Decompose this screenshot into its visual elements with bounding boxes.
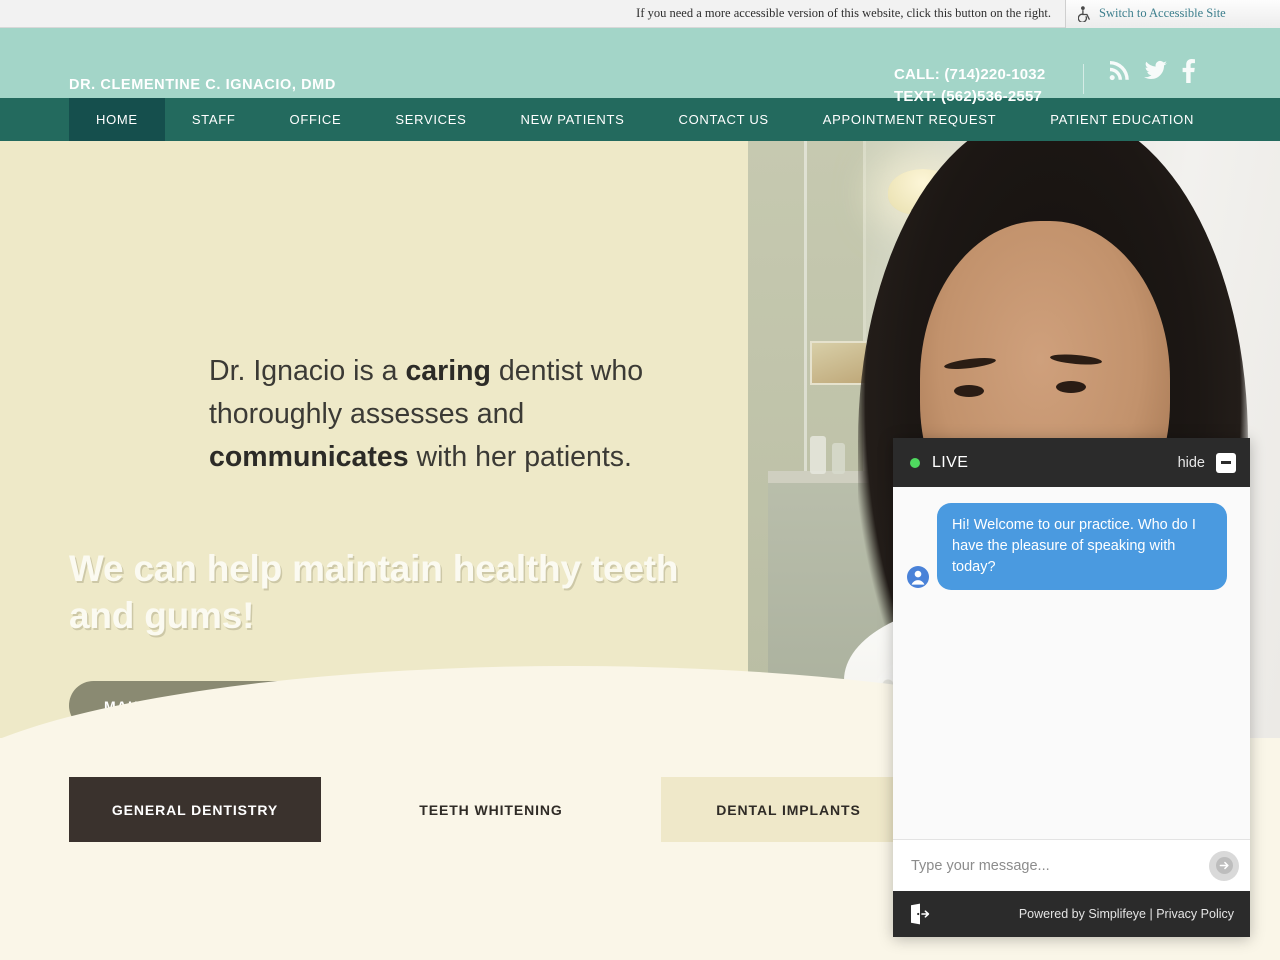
service-tab-teeth-whitening[interactable]: TEETH WHITENING (321, 777, 661, 842)
chat-message-input[interactable] (911, 857, 1209, 874)
text-phone[interactable]: TEXT: (562)536-2557 (894, 86, 1045, 108)
facebook-icon[interactable] (1182, 59, 1195, 83)
chat-message-row: Hi! Welcome to our practice. Who do I ha… (907, 503, 1236, 590)
hero-quote-part4: with her patients. (408, 441, 632, 473)
twitter-icon[interactable] (1144, 60, 1168, 82)
exit-door-icon[interactable] (907, 902, 931, 926)
minimize-icon[interactable] (1216, 452, 1236, 473)
hero-quote-bold-caring: caring (405, 355, 491, 387)
practice-name: DR. CLEMENTINE C. IGNACIO, DMD (69, 77, 336, 93)
chat-footer-text: Powered by Simplifeye | Privacy Policy (931, 907, 1234, 921)
contact-block: CALL: (714)220-1032 TEXT: (562)536-2557 (894, 64, 1045, 108)
hero-quote-bold-communicates: communicates (209, 441, 409, 473)
person-avatar-icon (907, 566, 929, 588)
nav-item-office[interactable]: OFFICE (263, 98, 369, 141)
arrow-right-icon (1215, 857, 1233, 874)
chat-hide-button[interactable]: hide (1178, 455, 1205, 471)
main-navigation: HOME STAFF OFFICE SERVICES NEW PATIENTS … (0, 98, 1280, 141)
nav-item-contact-us[interactable]: CONTACT US (651, 98, 795, 141)
accessibility-bar: If you need a more accessible version of… (0, 0, 1280, 28)
social-links (1108, 59, 1195, 83)
chat-footer: Powered by Simplifeye | Privacy Policy (893, 891, 1250, 937)
nav-item-staff[interactable]: STAFF (165, 98, 263, 141)
nav-item-services[interactable]: SERVICES (368, 98, 493, 141)
online-status-dot (910, 457, 920, 468)
chat-header: LIVE hide (893, 438, 1250, 487)
wheelchair-icon (1078, 5, 1092, 22)
service-tab-dental-implants[interactable]: DENTAL IMPLANTS (661, 777, 916, 842)
live-chat-widget: LIVE hide Hi! Welcome to our practice. W… (893, 438, 1250, 937)
nav-item-new-patients[interactable]: NEW PATIENTS (494, 98, 652, 141)
nav-item-home[interactable]: HOME (69, 98, 165, 141)
rss-icon[interactable] (1108, 60, 1130, 82)
hero-quote-part2: dentist (490, 355, 583, 387)
chat-input-row (893, 839, 1250, 891)
site-header: DR. CLEMENTINE C. IGNACIO, DMD CALL: (71… (0, 28, 1280, 105)
powered-by-simplifeye-link[interactable]: Powered by Simplifeye (1019, 907, 1146, 921)
call-phone[interactable]: CALL: (714)220-1032 (894, 64, 1045, 86)
switch-to-accessible-site-label: Switch to Accessible Site (1099, 6, 1226, 20)
service-tab-general-dentistry[interactable]: GENERAL DENTISTRY (69, 777, 321, 842)
hero-headline: We can help maintain healthy teeth and g… (69, 548, 679, 636)
chat-message-list: Hi! Welcome to our practice. Who do I ha… (893, 487, 1250, 839)
accessibility-message: If you need a more accessible version of… (636, 6, 1051, 20)
switch-to-accessible-site-button[interactable]: Switch to Accessible Site (1065, 0, 1280, 28)
footer-separator: | (1146, 907, 1157, 921)
hero-quote: Dr. Ignacio is a caring dentist who thor… (209, 350, 709, 479)
chat-agent-message: Hi! Welcome to our practice. Who do I ha… (937, 503, 1227, 590)
header-divider (1083, 64, 1084, 94)
nav-item-patient-education[interactable]: PATIENT EDUCATION (1023, 98, 1221, 141)
hero-quote-part1: Dr. Ignacio is a (209, 355, 406, 387)
send-message-button[interactable] (1209, 850, 1239, 881)
chat-status-label: LIVE (932, 453, 969, 471)
privacy-policy-link[interactable]: Privacy Policy (1156, 907, 1234, 921)
